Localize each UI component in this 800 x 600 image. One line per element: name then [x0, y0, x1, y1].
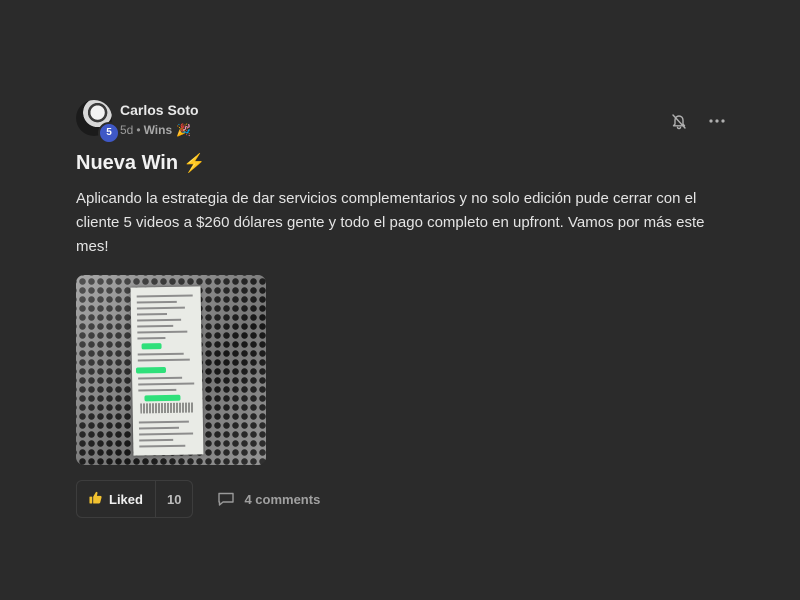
like-label: Liked	[109, 491, 143, 507]
level-badge: 5	[98, 122, 120, 144]
like-count[interactable]: 10	[154, 481, 192, 517]
post-body: Aplicando la estrategia de dar servicios…	[76, 190, 705, 255]
like-button[interactable]: Liked	[77, 481, 155, 517]
bell-off-icon[interactable]	[670, 112, 688, 130]
category-link[interactable]: Wins	[144, 123, 173, 137]
author-name[interactable]: Carlos Soto	[120, 102, 199, 118]
meta-separator: •	[136, 123, 141, 137]
thumbs-up-icon	[89, 491, 102, 507]
comments-label: 4 comments	[244, 491, 321, 507]
more-options-icon[interactable]	[708, 112, 726, 130]
post-title-text: Nueva Win	[76, 152, 179, 174]
post-header: 5 Carlos Soto 5d • Wins 🎉	[76, 100, 736, 144]
post-meta: 5d • Wins 🎉	[120, 123, 191, 137]
header-actions	[670, 112, 726, 130]
comments-button[interactable]: 4 comments	[217, 491, 320, 507]
receipt-paper	[130, 286, 204, 456]
post-title: Nueva Win ⚡	[76, 152, 736, 175]
post-actions: Liked 10 4 comments	[76, 480, 736, 518]
post-card: 5 Carlos Soto 5d • Wins 🎉 Nueva Win ⚡ Ap…	[76, 100, 736, 518]
like-group: Liked 10	[76, 480, 194, 518]
category-emoji: 🎉	[176, 123, 192, 137]
receipt-photo[interactable]	[76, 275, 266, 465]
comment-icon	[217, 491, 235, 507]
time-ago: 5d	[120, 123, 134, 137]
bolt-icon: ⚡	[183, 153, 206, 173]
